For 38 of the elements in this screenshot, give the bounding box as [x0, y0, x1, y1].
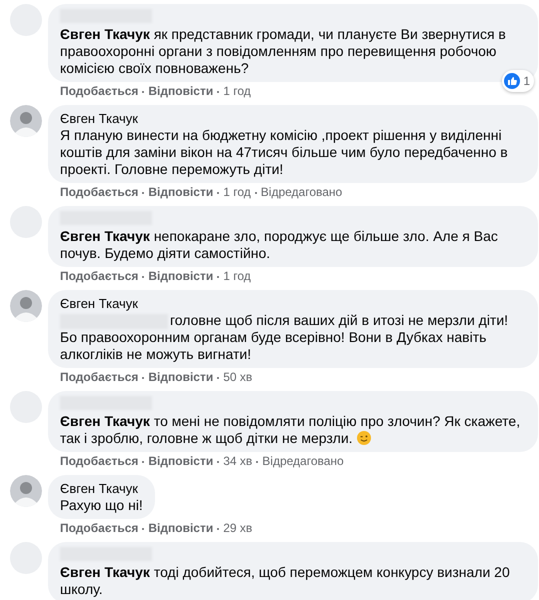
mention-link[interactable]: Євген Ткачук — [60, 413, 150, 429]
comment-text: Євген Ткачук тоді добийтеся, щоб переможцем конкурсу визнали 20 школу. — [60, 564, 511, 598]
like-link[interactable]: Подобається — [60, 370, 138, 385]
reply-link[interactable]: Відповісти — [148, 84, 214, 99]
avatar-icon[interactable] — [10, 290, 42, 322]
avatar-icon[interactable] — [10, 105, 42, 137]
author-name[interactable]: Євген Ткачук — [60, 110, 526, 127]
like-link[interactable]: Подобається — [60, 84, 138, 99]
timestamp[interactable]: 29 хв — [223, 521, 252, 536]
author-name[interactable]: Євген Ткачук — [60, 480, 143, 497]
mention-link[interactable]: Євген Ткачук — [60, 228, 150, 244]
edited-label[interactable]: Відредаговано — [260, 185, 342, 200]
mention-link[interactable]: Євген Ткачук — [60, 26, 150, 42]
reply-link[interactable]: Відповісти — [148, 185, 214, 200]
reply-link[interactable]: Відповісти — [148, 454, 214, 469]
like-link[interactable]: Подобається — [60, 521, 138, 536]
reaction-badge[interactable]: 1 — [502, 70, 534, 92]
thumbs-up-icon — [504, 73, 520, 89]
comment-text: головне щоб після ваших дій в итозі не мерзли діти! Бо правоохоронним органам буде всерівно! Вони в Дубках навіть алкогліків не можуть вигнати! — [60, 312, 510, 363]
comment-text: Я планую винести на бюджетну комісію ,проект рішення у виділенні коштів для заміни вікон на 47тисяч більше чим було передбаченно в проекті. Головне переможуть діти! — [60, 127, 509, 178]
edited-label[interactable]: Відредаговано — [262, 454, 344, 469]
reply-link[interactable]: Відповісти — [148, 269, 214, 284]
like-link[interactable]: Подобається — [60, 185, 138, 200]
timestamp[interactable]: 1 год — [223, 84, 251, 99]
comment-text: Рахую що ні! — [60, 497, 143, 514]
avatar-icon[interactable] — [10, 475, 42, 507]
reply-link[interactable]: Відповісти — [148, 521, 214, 536]
like-link[interactable]: Подобається — [60, 269, 138, 284]
timestamp[interactable]: 34 хв — [223, 454, 252, 469]
comment-text: Євген Ткачук то мені не повідомляти поліцію про злочин? Як скажете, так і зроблю, головне ж щоб дітки не мерзли. — [60, 413, 522, 447]
mention-link[interactable]: Євген Ткачук — [60, 564, 150, 580]
comment-text: Євген Ткачук непокаране зло, породжує ще більше зло. Але я Вас почув. Будемо діяти самостійно. — [60, 228, 499, 262]
author-name[interactable]: Євген Ткачук — [60, 295, 526, 312]
reply-link[interactable]: Відповісти — [148, 370, 214, 385]
timestamp[interactable]: 50 хв — [223, 370, 252, 385]
timestamp[interactable]: 1 год — [223, 185, 251, 200]
timestamp[interactable]: 1 год — [223, 269, 251, 284]
like-link[interactable]: Подобається — [60, 454, 138, 469]
